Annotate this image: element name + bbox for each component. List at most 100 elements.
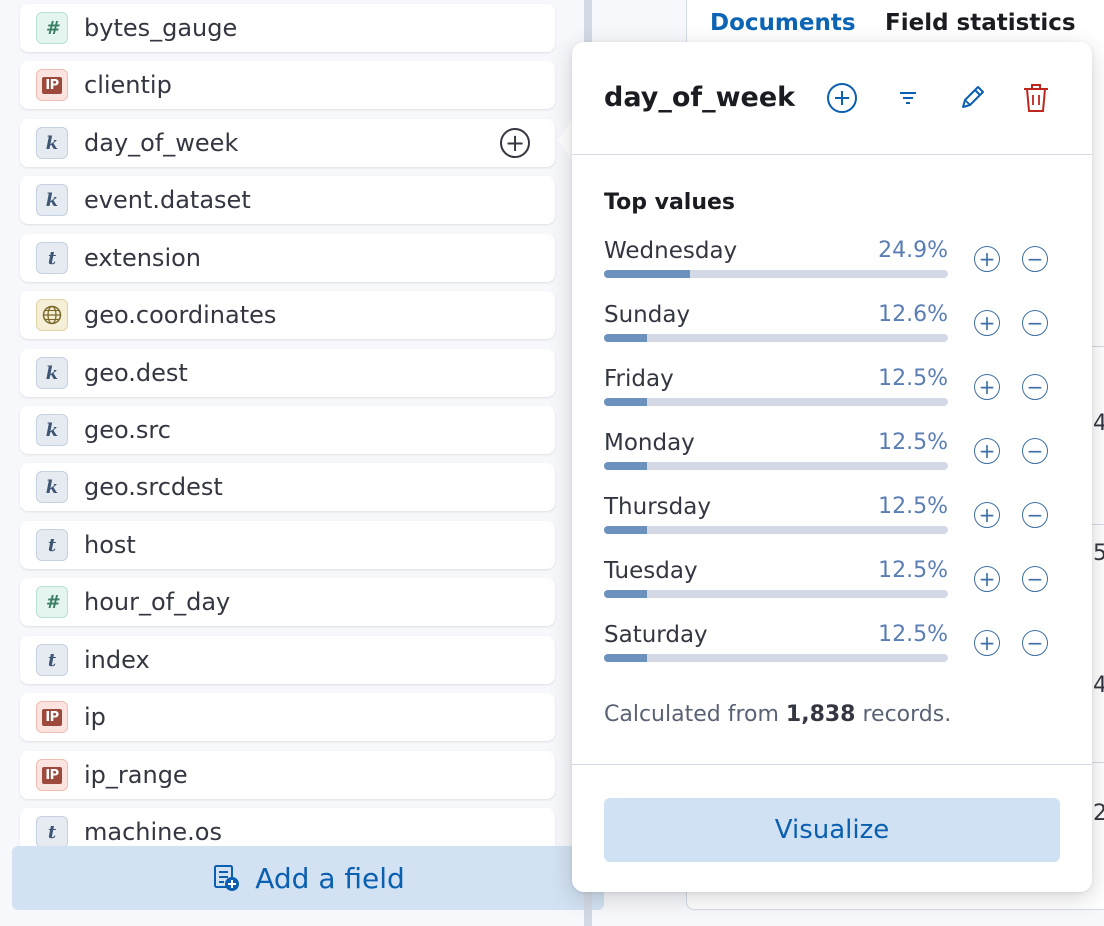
filter-out-value-icon[interactable]: − <box>1022 310 1048 336</box>
filter-for-value-icon[interactable]: + <box>974 502 1000 528</box>
field-item[interactable]: k event.dataset <box>20 176 555 224</box>
field-item-selected[interactable]: k day_of_week + <box>20 119 555 167</box>
ip-type-label: IP <box>42 76 62 94</box>
value-bar-fill <box>604 270 690 278</box>
field-name: extension <box>84 244 201 272</box>
field-name: machine.os <box>84 818 222 846</box>
text-type-icon: t <box>36 242 68 274</box>
value-bar-fill <box>604 590 647 598</box>
ip-type-icon: IP <box>36 69 68 101</box>
value-bar-fill <box>604 654 647 662</box>
filter-for-value-icon[interactable]: + <box>974 374 1000 400</box>
visualize-button[interactable]: Visualize <box>604 798 1060 862</box>
value-percent: 12.6% <box>878 302 948 327</box>
field-item[interactable]: k geo.src <box>20 406 555 454</box>
popover-arrow <box>558 118 573 162</box>
filter-out-value-icon[interactable]: − <box>1022 374 1048 400</box>
text-type-icon: t <box>36 529 68 561</box>
field-name: ip_range <box>84 761 188 789</box>
field-name: geo.coordinates <box>84 301 277 329</box>
popover-title: day_of_week <box>604 82 796 113</box>
record-count: 1,838 <box>785 702 856 727</box>
filter-out-value-icon[interactable]: − <box>1022 566 1048 592</box>
field-name: geo.srcdest <box>84 473 223 501</box>
field-item[interactable]: t index <box>20 636 555 684</box>
value-label: Wednesday <box>604 238 738 264</box>
filter-out-value-icon[interactable]: − <box>1022 630 1048 656</box>
field-item[interactable]: IP ip <box>20 693 555 741</box>
field-item[interactable]: # hour_of_day <box>20 578 555 626</box>
field-name: hour_of_day <box>84 588 231 616</box>
field-item[interactable]: IP ip_range <box>20 751 555 799</box>
value-label: Saturday <box>604 622 708 648</box>
field-item[interactable]: k geo.srcdest <box>20 463 555 511</box>
filter-for-value-icon[interactable]: + <box>974 310 1000 336</box>
add-field-label: Add a field <box>255 861 405 895</box>
add-field-icon <box>214 865 240 891</box>
ip-type-icon: IP <box>36 759 68 791</box>
field-name: ip <box>84 703 106 731</box>
table-cell: 5 <box>1093 541 1104 566</box>
filter-for-value-icon[interactable]: + <box>974 246 1000 272</box>
ip-type-label: IP <box>42 766 62 784</box>
popover-divider <box>572 154 1092 155</box>
value-percent: 12.5% <box>878 494 948 519</box>
trash-icon[interactable] <box>1018 80 1054 116</box>
value-bar <box>604 462 948 470</box>
add-field-icon[interactable] <box>824 80 860 116</box>
top-value-row: Wednesday 24.9% + − <box>604 238 1074 302</box>
text-type-icon: t <box>36 816 68 848</box>
keyword-type-icon: k <box>36 471 68 503</box>
field-name: clientip <box>84 71 172 99</box>
value-percent: 12.5% <box>878 558 948 583</box>
section-title: Top values <box>604 190 736 215</box>
filter-for-value-icon[interactable]: + <box>974 630 1000 656</box>
value-bar <box>604 654 948 662</box>
value-label: Thursday <box>604 494 711 520</box>
top-value-row: Tuesday 12.5% + − <box>604 558 1074 622</box>
tab-documents[interactable]: Documents <box>710 10 856 36</box>
value-percent: 12.5% <box>878 366 948 391</box>
pencil-icon[interactable] <box>954 80 990 116</box>
top-value-row: Sunday 12.6% + − <box>604 302 1074 366</box>
filter-out-value-icon[interactable]: − <box>1022 438 1048 464</box>
field-item[interactable]: geo.coordinates <box>20 291 555 339</box>
value-percent: 24.9% <box>878 238 948 263</box>
top-value-row: Friday 12.5% + − <box>604 366 1074 430</box>
field-item[interactable]: IP clientip <box>20 61 555 109</box>
filter-icon[interactable] <box>890 80 926 116</box>
field-item[interactable]: # bytes_gauge <box>20 4 555 52</box>
field-name: host <box>84 531 136 559</box>
field-name: event.dataset <box>84 186 251 214</box>
filter-out-value-icon[interactable]: − <box>1022 502 1048 528</box>
keyword-type-icon: k <box>36 127 68 159</box>
top-value-row: Saturday 12.5% + − <box>604 622 1074 686</box>
value-label: Friday <box>604 366 674 392</box>
globe-icon-graphic <box>42 305 62 325</box>
value-bar <box>604 590 948 598</box>
value-label: Sunday <box>604 302 691 328</box>
field-item[interactable]: t extension <box>20 234 555 282</box>
field-item[interactable]: t host <box>20 521 555 569</box>
value-bar-fill <box>604 526 647 534</box>
globe-icon <box>36 299 68 331</box>
top-value-row: Monday 12.5% + − <box>604 430 1074 494</box>
tab-field-statistics[interactable]: Field statistics <box>885 10 1076 36</box>
value-bar <box>604 334 948 342</box>
table-divider <box>1092 524 1104 525</box>
add-field-icon[interactable]: + <box>500 128 530 158</box>
value-bar <box>604 398 948 406</box>
ip-type-label: IP <box>42 708 62 726</box>
visualize-label: Visualize <box>774 815 890 845</box>
filter-out-value-icon[interactable]: − <box>1022 246 1048 272</box>
field-item[interactable]: k geo.dest <box>20 349 555 397</box>
top-value-row: Thursday 12.5% + − <box>604 494 1074 558</box>
add-field-button[interactable]: Add a field <box>12 846 604 910</box>
filter-for-value-icon[interactable]: + <box>974 566 1000 592</box>
field-name: day_of_week <box>84 129 239 157</box>
field-name: index <box>84 646 150 674</box>
table-cell: 2 <box>1093 801 1104 826</box>
field-name: geo.dest <box>84 359 188 387</box>
filter-for-value-icon[interactable]: + <box>974 438 1000 464</box>
ip-type-icon: IP <box>36 701 68 733</box>
